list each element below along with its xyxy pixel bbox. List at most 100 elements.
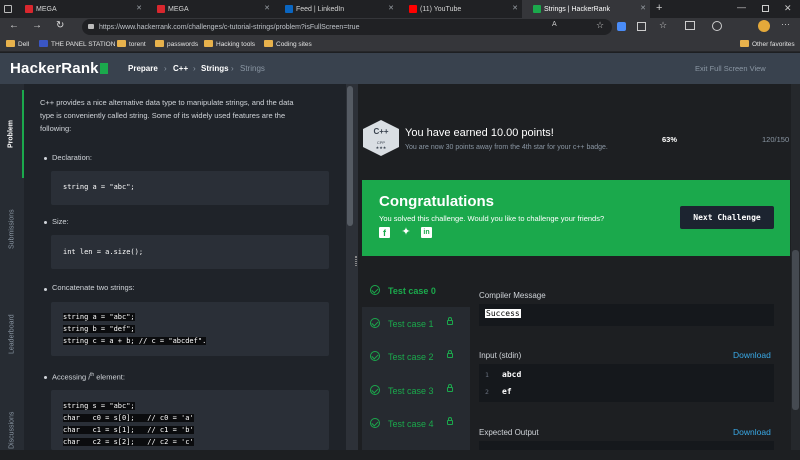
chevron-right-icon: › [164,64,167,73]
url-input[interactable]: https://www.hackerrank.com/challenges/c-… [82,19,612,35]
test-case-2[interactable]: Test case 2 [362,341,470,373]
bookmark-item[interactable]: passwords [155,38,198,50]
browser-tab[interactable]: (11) YouTube ✕ [398,0,522,18]
close-icon[interactable]: ✕ [640,4,646,12]
profile-avatar[interactable] [758,20,770,32]
bookmark-label: torent [129,40,146,48]
tab-title: MEGA [168,5,189,13]
logo-square-icon [99,63,108,74]
split-screen-icon[interactable] [637,22,646,31]
extension-icon[interactable] [617,22,626,31]
access-label: Accessing ith element: [52,369,125,384]
compiler-message: Success [485,309,521,318]
new-tab-icon[interactable]: + [656,2,662,14]
access-label-text: Accessing [52,372,89,382]
test-case-label: Test case 2 [388,352,434,362]
tab-submissions[interactable]: Submissions [0,184,24,274]
browser-tab-active[interactable]: Strings | HackerRank ✕ [522,0,650,18]
linkedin-share-icon[interactable]: in [421,227,432,238]
lock-icon [447,350,453,358]
next-challenge-button[interactable]: Next Challenge [680,206,774,229]
bookmark-label: Coding sites [276,40,312,48]
code-line: string s = "abc"; [63,402,135,410]
bookmark-item[interactable]: Coding sites [264,38,312,50]
more-menu-icon[interactable]: ··· [781,19,790,29]
favorites-icon[interactable]: ☆ [659,20,667,31]
mega-icon [25,5,33,13]
code-line: string b = "def"; [63,325,135,333]
check-circle-icon [370,351,380,361]
tab-leaderboard[interactable]: Leaderboard [0,284,24,384]
tab-title: (11) YouTube [420,5,462,13]
bookmark-item[interactable]: Hacking tools [204,38,255,50]
input-download-link[interactable]: Download [733,350,771,360]
bullet [44,288,47,291]
linkedin-icon [285,5,293,13]
mega-icon [157,5,165,13]
folder-icon [6,40,15,47]
collections-icon[interactable] [685,21,695,30]
minimize-icon[interactable]: — [737,2,746,12]
input-line: abcd [502,370,522,379]
result-scrollbar-thumb[interactable] [792,250,799,410]
test-case-label: Test case 1 [388,319,434,329]
test-case-4[interactable]: Test case 4 [362,408,470,440]
maximize-icon[interactable] [762,5,769,12]
reload-icon[interactable]: ↻ [56,20,64,31]
breadcrumb-prepare[interactable]: Prepare [128,64,158,73]
bookmark-item[interactable]: torent [117,38,146,50]
forward-icon[interactable]: → [32,20,42,31]
folder-icon [264,40,273,47]
exit-fullscreen-link[interactable]: Exit Full Screen View [695,64,766,73]
close-icon[interactable]: ✕ [136,4,142,12]
bookmark-item[interactable]: Dell [6,38,29,50]
close-icon[interactable]: ✕ [512,4,518,12]
tab-problem[interactable]: Problem [0,90,24,178]
close-window-icon[interactable]: ✕ [784,3,792,14]
bookmark-item[interactable]: THE PANEL STATION [39,38,115,50]
test-case-1[interactable]: Test case 1 [362,308,470,340]
problem-scrollbar-thumb[interactable] [347,86,353,226]
tab-title: MEGA [36,5,57,13]
tab-discussions[interactable]: Discussions [0,400,24,460]
test-case-0[interactable]: Test case 0 [362,275,470,307]
read-aloud-icon[interactable]: A [552,21,557,28]
test-case-label: Test case 4 [388,419,434,429]
browser-tab[interactable]: Feed | LinkedIn ✕ [274,0,398,18]
close-icon[interactable]: ✕ [388,4,394,12]
expected-download-link[interactable]: Download [733,427,771,437]
expected-output-label: Expected Output [479,428,539,437]
other-favorites[interactable]: Other favorites [740,38,795,50]
drag-handle-icon [355,256,357,266]
url-text: https://www.hackerrank.com/challenges/c-… [99,23,360,31]
check-circle-icon [370,318,380,328]
code-line: string a = "abc"; [63,183,135,191]
folder-icon [204,40,213,47]
back-icon[interactable]: ← [9,20,19,31]
folder-icon [740,40,749,47]
hackerrank-logo[interactable]: HackerRank [10,60,108,77]
progress-score: 120/150 [762,135,790,144]
concat-label: Concatenate two strings: [52,283,135,292]
history-icon[interactable] [712,21,722,31]
test-case-3[interactable]: Test case 3 [362,375,470,407]
congrats-title: Congratulations [379,193,494,210]
star-icon[interactable]: ☆ [596,20,604,31]
breadcrumb-cpp[interactable]: C++ [173,64,188,73]
lock-icon [447,317,453,325]
lock-icon [88,24,94,29]
code-line: string c = a + b; // c = "abcdef". [63,337,207,345]
facebook-icon[interactable]: f [379,227,390,238]
browser-tab[interactable]: MEGA ✕ [14,0,146,18]
close-icon[interactable]: ✕ [264,4,270,12]
twitter-icon[interactable]: ✦ [400,226,412,238]
folder-icon [155,40,164,47]
badge-title: C++ [373,127,389,136]
breadcrumb-strings[interactable]: Strings [201,64,229,73]
star-progress-text: You are now 30 points away from the 4th … [405,144,608,151]
window-menu-icon[interactable] [4,5,12,13]
browser-tab[interactable]: MEGA ✕ [146,0,274,18]
code-line: char c0 = s[0]; // c0 = 'a' [63,414,194,422]
problem-side-nav: Problem Submissions Leaderboard Discussi… [0,84,24,450]
bookmark-label: THE PANEL STATION [51,40,116,48]
